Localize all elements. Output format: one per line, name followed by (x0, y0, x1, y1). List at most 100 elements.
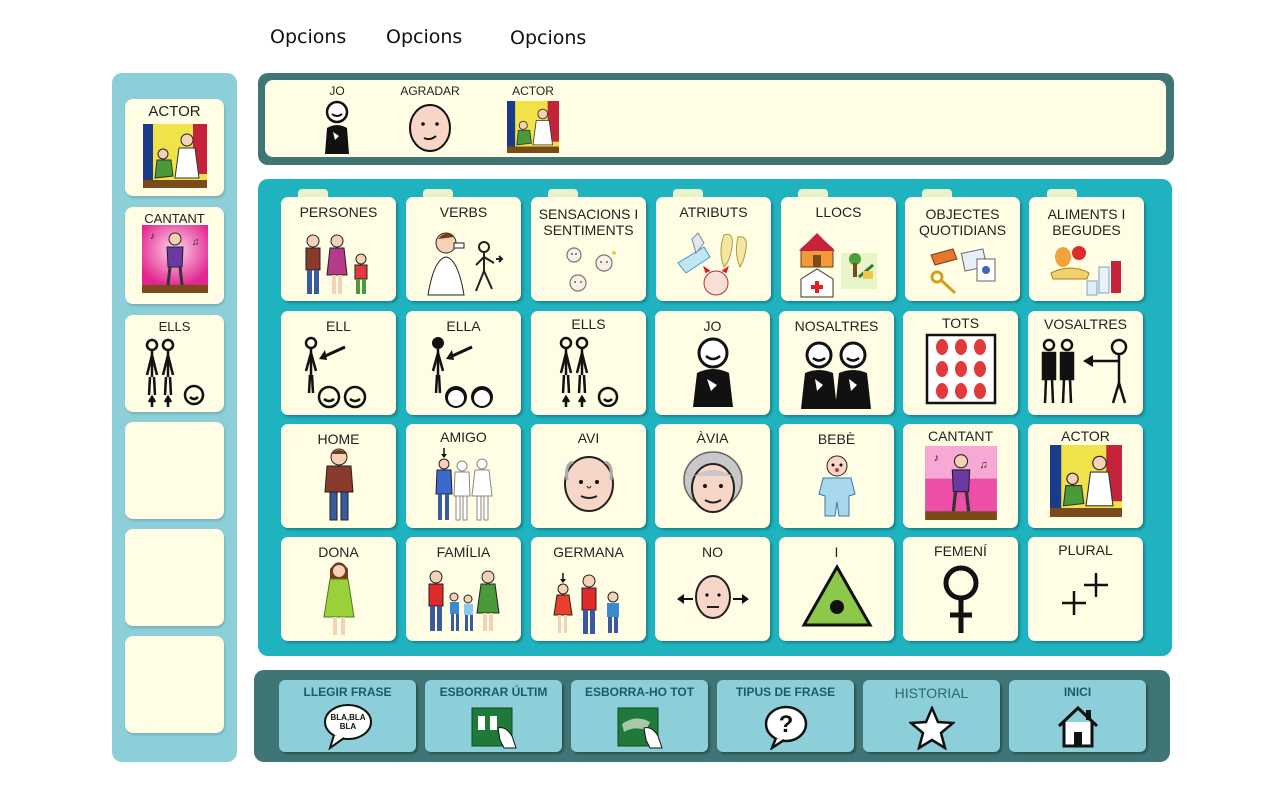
folder-feelings[interactable]: SENSACIONS I SENTIMENTS (531, 197, 646, 301)
cell-singer[interactable]: CANTANT ♪ ♫ (903, 424, 1018, 528)
sidebar-card-empty-1[interactable] (125, 422, 224, 519)
cell-baby[interactable]: BEBÈ (779, 424, 894, 528)
menu-options-2[interactable]: Opcions (386, 26, 462, 48)
cell-label: DONA (318, 544, 359, 560)
cell-and[interactable]: I (779, 537, 894, 641)
cell-label: I (834, 544, 839, 560)
cell-sister[interactable]: GERMANA (531, 537, 646, 641)
man-icon (323, 448, 354, 521)
people-icon (305, 234, 367, 294)
cell-her[interactable]: ELLA (406, 311, 521, 415)
and-triangle-icon (800, 563, 873, 627)
cell-grandmother[interactable]: ÀVIA (655, 424, 770, 528)
cell-all[interactable]: TOTS (903, 311, 1018, 415)
sidebar-card-singer[interactable]: CANTANT ♪ ♫ (125, 207, 224, 304)
cell-us[interactable]: NOSALTRES (779, 311, 894, 415)
singer-icon: ♪ ♫ (141, 225, 208, 293)
cell-man[interactable]: HOME (281, 424, 396, 528)
history-button[interactable]: HISTORIAL (863, 680, 1000, 752)
cell-label: BEBÈ (817, 431, 856, 447)
sidebar-card-empty-2[interactable] (125, 529, 224, 626)
cell-woman[interactable]: DONA (281, 537, 396, 641)
menu-options-1[interactable]: Opcions (270, 26, 346, 48)
button-label: TIPUS DE FRASE (735, 685, 836, 699)
them-icon (559, 336, 618, 407)
bubble-text-1: BLA,BLA (330, 713, 365, 722)
home-button[interactable]: INICI (1009, 680, 1146, 752)
sidebar-card-label: ACTOR (148, 103, 201, 120)
folder-objects[interactable]: OBJECTES QUOTIDIANS (905, 197, 1020, 301)
objects-icon (929, 248, 995, 295)
home-icon (1057, 705, 1098, 748)
sentence-word-me[interactable]: JO (292, 84, 382, 154)
recent-symbols-sidebar: ACTOR CANTANT ♪ ♫ ELLS (112, 73, 237, 762)
sentence-type-button[interactable]: TIPUS DE FRASE ? (717, 680, 854, 752)
food-icon (1049, 246, 1121, 296)
cell-label: VOSALTRES (1044, 316, 1127, 332)
me-icon (692, 337, 733, 407)
folder-verbs[interactable]: VERBS (406, 197, 521, 301)
cell-grandfather[interactable]: AVI (531, 424, 646, 528)
verbs-icon (426, 232, 503, 296)
cell-plural[interactable]: PLURAL (1028, 537, 1143, 641)
cell-me[interactable]: JO (655, 311, 770, 415)
erase-all-button[interactable]: ESBORRA-HO TOT (571, 680, 708, 752)
button-label: LLEGIR FRASE (303, 685, 392, 699)
friend-icon (434, 448, 493, 521)
cell-label: ÀVIA (696, 430, 729, 446)
button-label: ESBORRAR ÚLTIM (439, 685, 548, 699)
cell-label: ALIMENTS I BEGUDES (1047, 206, 1126, 238)
sentence-word-actor[interactable]: ACTOR (488, 84, 578, 154)
action-toolbar: LLEGIR FRASE BLA,BLA BLA ESBORRAR ÚLTIM … (254, 670, 1170, 762)
cell-friend[interactable]: AMIGO (406, 424, 521, 528)
her-icon (431, 337, 493, 408)
folder-food[interactable]: ALIMENTS I BEGUDES (1029, 197, 1144, 301)
svg-text:♫: ♫ (979, 459, 987, 471)
folder-attributes[interactable]: ATRIBUTS (656, 197, 771, 301)
button-label: INICI (1063, 685, 1092, 699)
sentence-area[interactable]: JO AGRADAR ACTOR (265, 80, 1166, 157)
me-icon (325, 100, 349, 154)
sentence-word-label: ACTOR (512, 84, 554, 98)
sidebar-card-label: ELLS (158, 319, 191, 334)
grandmother-icon (682, 451, 743, 513)
cell-label: JO (703, 318, 722, 334)
read-sentence-button[interactable]: LLEGIR FRASE BLA,BLA BLA (279, 680, 416, 752)
erase-last-button[interactable]: ESBORRAR ÚLTIM (425, 680, 562, 752)
sentence-bar: JO AGRADAR ACTOR (258, 73, 1174, 165)
menu-options-3[interactable]: Opcions (510, 27, 586, 49)
cell-no[interactable]: NO (655, 537, 770, 641)
actor-icon (507, 101, 559, 153)
cell-label: ELLA (446, 318, 481, 334)
cell-him[interactable]: ELL (281, 311, 396, 415)
cell-label: VERBS (439, 204, 488, 220)
svg-text:♪: ♪ (933, 452, 938, 464)
cell-them[interactable]: ELLS (531, 311, 646, 415)
cell-female[interactable]: FEMENÍ (903, 537, 1018, 641)
top-menu: Opcions Opcions Opcions (0, 26, 1280, 54)
sidebar-card-actor[interactable]: ACTOR (125, 99, 224, 196)
button-label: HISTORIAL (894, 685, 969, 701)
female-symbol-icon (943, 565, 978, 633)
places-icon (798, 233, 877, 298)
sidebar-card-them[interactable]: ELLS (125, 315, 224, 412)
folder-people[interactable]: PERSONES (281, 197, 396, 301)
singer-icon: ♪ ♫ (924, 446, 997, 520)
sidebar-card-empty-3[interactable] (125, 636, 224, 733)
them-icon (145, 338, 204, 407)
baby-icon (817, 455, 856, 517)
sentence-word-like[interactable]: AGRADAR (385, 84, 475, 154)
cell-label: PLURAL (1058, 542, 1113, 558)
folder-places[interactable]: LLOCS (781, 197, 896, 301)
button-label: ESBORRA-HO TOT (584, 685, 695, 699)
cell-you-plural[interactable]: VOSALTRES (1028, 311, 1143, 415)
sister-icon (552, 573, 619, 634)
cell-label: NOSALTRES (794, 318, 879, 334)
question-icon: ? (764, 705, 807, 750)
all-icon (925, 333, 996, 405)
star-icon (908, 706, 955, 750)
cell-family[interactable]: FAMÍLIA (406, 537, 521, 641)
him-icon (304, 336, 366, 409)
cell-actor[interactable]: ACTOR (1028, 424, 1143, 528)
no-icon (676, 575, 749, 619)
